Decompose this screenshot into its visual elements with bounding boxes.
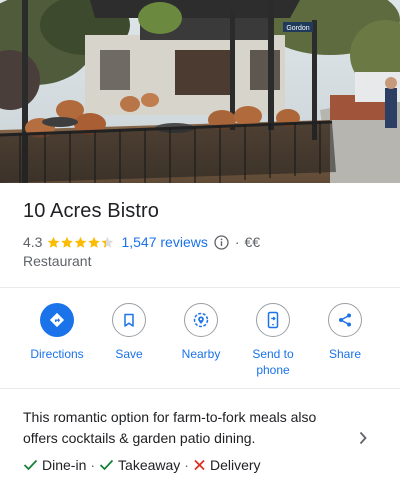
rating-value: 4.3	[23, 234, 43, 250]
divider	[0, 388, 400, 389]
cross-icon	[194, 459, 205, 471]
send-to-phone-icon	[256, 303, 290, 337]
reviews-link[interactable]: 1,547 reviews	[121, 234, 207, 250]
info-icon[interactable]	[214, 234, 229, 250]
nearby-button[interactable]: Nearby	[165, 303, 237, 362]
place-description[interactable]: This romantic option for farm-to-fork me…	[23, 407, 353, 449]
service-options: Dine-in · Takeaway · Delivery	[23, 455, 261, 475]
nearby-label: Nearby	[181, 347, 221, 361]
place-category[interactable]: Restaurant	[23, 253, 91, 269]
directions-label: Directions	[30, 347, 84, 361]
service-dot: ·	[90, 457, 96, 473]
send-to-phone-label: Send to phone	[252, 347, 294, 377]
share-button[interactable]: Share	[309, 303, 381, 362]
nearby-icon	[184, 303, 218, 337]
place-name: 10 Acres Bistro	[23, 200, 160, 222]
service-dine-in: Dine-in	[23, 457, 86, 473]
stars-icon	[48, 236, 114, 248]
street-sign-text: Gordon	[286, 25, 309, 32]
rating-row: 4.3 1,547 reviews · €€	[23, 232, 260, 252]
save-label: Save	[115, 347, 143, 361]
directions-button[interactable]: Directions	[21, 303, 93, 362]
check-icon	[23, 459, 38, 471]
price-level: €€	[244, 234, 261, 250]
service-delivery: Delivery	[193, 457, 261, 473]
check-icon	[99, 459, 114, 471]
patio-photo-image: Gordon	[0, 0, 400, 183]
bookmark-icon	[112, 303, 146, 337]
place-photo[interactable]: Gordon	[0, 0, 400, 183]
service-label: Dine-in	[42, 457, 87, 473]
star-rating	[47, 236, 115, 249]
service-label: Delivery	[209, 457, 261, 473]
directions-icon	[40, 303, 74, 337]
chevron-right-icon[interactable]	[358, 431, 368, 450]
rating-separator: ·	[234, 234, 240, 250]
action-bar: Directions Save Nearby Send to phone Sha…	[0, 303, 400, 381]
divider	[0, 287, 400, 288]
service-takeaway: Takeaway	[99, 457, 180, 473]
share-label: Share	[328, 347, 362, 361]
service-dot: ·	[184, 457, 189, 473]
send-to-phone-button[interactable]: Send to phone	[237, 303, 309, 378]
share-icon	[328, 303, 362, 337]
service-label: Takeaway	[118, 457, 181, 473]
save-button[interactable]: Save	[93, 303, 165, 362]
